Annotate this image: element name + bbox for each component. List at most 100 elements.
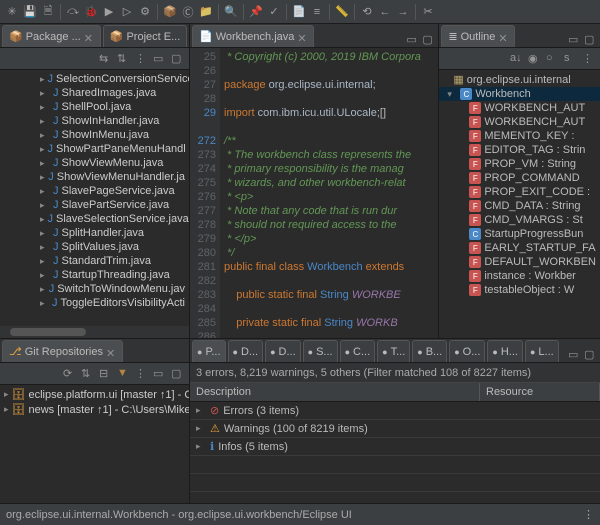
bottom-tab-8[interactable]: ●H... <box>487 340 523 362</box>
col-description[interactable]: Description <box>190 383 480 401</box>
minimize-icon[interactable]: ▭ <box>568 33 582 47</box>
file-item[interactable]: ▸JToggleEditorsVisibilityActi <box>0 296 189 310</box>
expand-arrow-icon[interactable]: ▸ <box>4 404 9 415</box>
search-icon[interactable]: 🔍 <box>223 4 239 20</box>
close-icon[interactable]: ✕ <box>84 32 94 42</box>
view-menu-icon[interactable]: ⋮ <box>582 52 596 66</box>
file-item[interactable]: ▸JSlaveSelectionService.java <box>0 212 189 226</box>
outline-member[interactable]: Finstance : Workber <box>439 269 600 283</box>
outline-member[interactable]: FPROP_COMMAND <box>439 171 600 185</box>
file-item[interactable]: ▸JStandardTrim.java <box>0 254 189 268</box>
file-item[interactable]: ▸JSlavePageService.java <box>0 184 189 198</box>
expand-arrow-icon[interactable]: ▸ <box>40 74 45 85</box>
git-tree[interactable]: ▸🗄eclipse.platform.ui [master ↑1] - C:\▸… <box>0 385 189 503</box>
bottom-tab-7[interactable]: ●O... <box>449 340 485 362</box>
maximize-icon[interactable]: ▢ <box>171 52 185 66</box>
expand-arrow-icon[interactable]: ▸ <box>40 116 50 127</box>
outline-member[interactable]: FPROP_EXIT_CODE : <box>439 185 600 199</box>
outline-member[interactable]: FEARLY_STARTUP_FA <box>439 241 600 255</box>
ruler-icon[interactable]: 📏 <box>334 4 350 20</box>
expand-arrow-icon[interactable]: ▸ <box>40 88 50 99</box>
minimize-icon[interactable]: ▭ <box>568 348 582 362</box>
editor-tab-workbench[interactable]: 📄 Workbench.java ✕ <box>192 25 314 47</box>
outline-member[interactable]: FDEFAULT_WORKBEN <box>439 255 600 269</box>
sync-icon[interactable]: ⟲ <box>359 4 375 20</box>
expand-arrow-icon[interactable]: ▸ <box>196 423 206 434</box>
debug-icon[interactable]: 🐞 <box>83 4 99 20</box>
view-menu-icon[interactable]: ⋮ <box>135 52 149 66</box>
problem-group[interactable]: ▸ℹInfos (5 items) <box>190 438 600 456</box>
expand-arrow-icon[interactable]: ▸ <box>40 158 50 169</box>
refresh-icon[interactable]: ⟳ <box>63 367 77 381</box>
doc-icon[interactable]: 📄 <box>291 4 307 20</box>
outline-class[interactable]: ▾CWorkbench <box>439 87 600 101</box>
collapse-icon[interactable]: ⊟ <box>99 367 113 381</box>
bottom-tab-4[interactable]: ●C... <box>340 340 376 362</box>
maximize-icon[interactable]: ▢ <box>584 33 598 47</box>
task-icon[interactable]: ✓ <box>266 4 282 20</box>
outline-member[interactable]: FPROP_VM : String <box>439 157 600 171</box>
close-icon[interactable]: ✕ <box>106 347 116 357</box>
bottom-tab-2[interactable]: ●D... <box>265 340 301 362</box>
expand-arrow-icon[interactable]: ▸ <box>40 298 49 309</box>
close-icon[interactable]: ✕ <box>297 32 307 42</box>
expand-arrow-icon[interactable]: ▸ <box>4 389 9 400</box>
file-item[interactable]: ▸JShowInHandler.java <box>0 114 189 128</box>
file-item[interactable]: ▸JSlavePartService.java <box>0 198 189 212</box>
expand-arrow-icon[interactable]: ▸ <box>40 130 50 141</box>
forward-icon[interactable]: → <box>395 4 411 20</box>
skip-icon[interactable]: ⤼ <box>65 4 81 20</box>
hide-static-icon[interactable]: s <box>564 52 578 66</box>
bottom-tab-3[interactable]: ●S... <box>303 340 338 362</box>
outline-member[interactable]: FEDITOR_TAG : Strin <box>439 143 600 157</box>
cut-icon[interactable]: ✂ <box>420 4 436 20</box>
left-tab-0[interactable]: 📦Package ...✕ <box>2 25 101 47</box>
file-item[interactable]: ▸JShellPool.java <box>0 100 189 114</box>
expand-arrow-icon[interactable]: ▸ <box>40 228 50 239</box>
outline-member[interactable]: CStartupProgressBun <box>439 227 600 241</box>
bottom-tab-9[interactable]: ●L... <box>525 340 559 362</box>
run-last-icon[interactable]: ▷ <box>119 4 135 20</box>
repo-item[interactable]: ▸🗄eclipse.platform.ui [master ↑1] - C:\ <box>0 387 189 402</box>
problem-group[interactable]: ▸⚠Warnings (100 of 8219 items) <box>190 420 600 438</box>
minimize-icon[interactable]: ▭ <box>153 367 167 381</box>
file-item[interactable]: ▸JSwitchToWindowMenu.jav <box>0 282 189 296</box>
run-icon[interactable]: ▶ <box>101 4 117 20</box>
outline-member[interactable]: FtestableObject : W <box>439 283 600 297</box>
git-tab[interactable]: ⎇ Git Repositories ✕ <box>2 340 123 362</box>
expand-arrow-icon[interactable]: ▾ <box>447 89 457 100</box>
expand-arrow-icon[interactable]: ▸ <box>196 405 206 416</box>
problems-table[interactable]: Description Resource ▸⊘Errors (3 items)▸… <box>190 383 600 503</box>
outline-member[interactable]: FMEMENTO_KEY : <box>439 129 600 143</box>
expand-arrow-icon[interactable]: ▸ <box>40 200 50 211</box>
outline-member[interactable]: FCMD_VMARGS : St <box>439 213 600 227</box>
align-icon[interactable]: ≡ <box>309 4 325 20</box>
expand-arrow-icon[interactable]: ▸ <box>40 144 45 155</box>
save-icon[interactable]: 💾 <box>22 4 38 20</box>
sort-icon[interactable]: a↓ <box>510 52 524 66</box>
file-item[interactable]: ▸JSplitValues.java <box>0 240 189 254</box>
code-area[interactable]: * Copyright (c) 2000, 2019 IBM Corporapa… <box>220 48 438 338</box>
file-item[interactable]: ▸JSharedImages.java <box>0 86 189 100</box>
outline-member[interactable]: FWORKBENCH_AUT <box>439 101 600 115</box>
maximize-icon[interactable]: ▢ <box>171 367 185 381</box>
file-item[interactable]: ▸JShowInMenu.java <box>0 128 189 142</box>
hide-fields-icon[interactable]: ○ <box>546 52 560 66</box>
outline-member[interactable]: FWORKBENCH_AUT <box>439 115 600 129</box>
back-icon[interactable]: ← <box>377 4 393 20</box>
minimize-icon[interactable]: ▭ <box>406 33 420 47</box>
new-pkg-icon[interactable]: 📦 <box>162 4 178 20</box>
view-menu-icon[interactable]: ⋮ <box>135 367 149 381</box>
save-all-icon[interactable]: 🗎 <box>40 4 56 20</box>
new-icon[interactable]: ✳ <box>4 4 20 20</box>
expand-arrow-icon[interactable]: ▸ <box>40 214 45 225</box>
new-class-icon[interactable]: Ⓒ <box>180 4 196 20</box>
expand-arrow-icon[interactable]: ▸ <box>196 441 206 452</box>
expand-arrow-icon[interactable]: ▸ <box>40 186 50 197</box>
code-editor[interactable]: 2526272829272273274275276277278279280281… <box>190 48 438 338</box>
new-folder-icon[interactable]: 📁 <box>198 4 214 20</box>
problem-group[interactable]: ▸⊘Errors (3 items) <box>190 402 600 420</box>
filter-icon[interactable]: ▼ <box>117 367 131 381</box>
link-editor-icon[interactable]: ⇅ <box>117 52 131 66</box>
maximize-icon[interactable]: ▢ <box>584 348 598 362</box>
